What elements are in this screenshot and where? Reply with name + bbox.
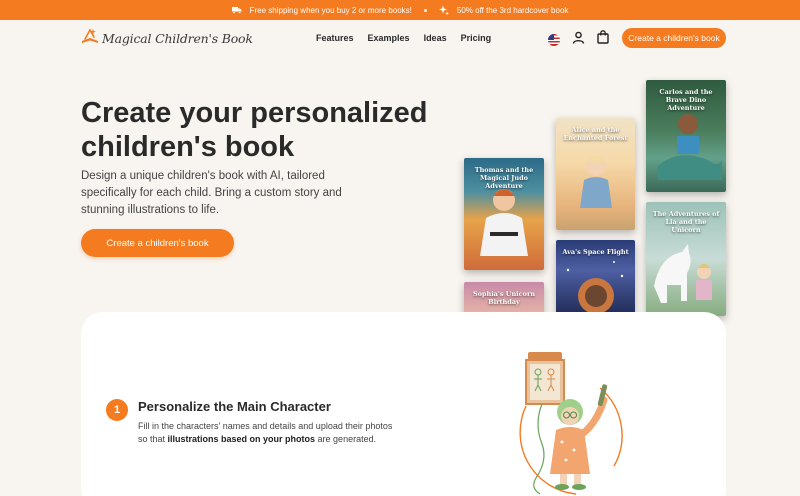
book-cover[interactable]: Ava's Space Flight [556, 240, 635, 316]
nav-ideas[interactable]: Ideas [424, 33, 447, 43]
dino-boy-illustration [658, 114, 722, 180]
cart-icon[interactable] [597, 30, 609, 49]
hero-title: Create your personalized children's book [81, 97, 428, 163]
book-cover[interactable]: Thomas and the Magical Judo Adventure [464, 158, 544, 270]
girl-illustration [580, 156, 612, 208]
site-header: Magical Children's Book Features Example… [0, 20, 800, 58]
logo[interactable]: Magical Children's Book [81, 28, 253, 49]
sparkle-icon [438, 5, 449, 15]
step-number-badge: 1 [106, 399, 128, 421]
hero-description: Design a unique children's book with AI,… [81, 170, 342, 216]
truck-icon [231, 5, 242, 15]
nav-features[interactable]: Features [316, 33, 354, 43]
shipping-text: Free shipping when you buy 2 or more boo… [249, 5, 412, 15]
main-nav: Features Examples Ideas Pricing [316, 33, 491, 43]
girl-drawing-illustration [519, 352, 623, 495]
space-illustration [566, 261, 624, 314]
nav-pricing[interactable]: Pricing [461, 33, 492, 43]
nav-examples[interactable]: Examples [368, 33, 410, 43]
user-icon[interactable] [572, 31, 585, 49]
step-description: Fill in the characters' names and detail… [138, 420, 403, 446]
header-icons [548, 30, 609, 49]
discount-text: 50% off the 3rd hardcover book [456, 5, 569, 15]
banner-separator [423, 8, 427, 12]
book-cover[interactable]: Alice and the Enchanted Forest [556, 118, 635, 230]
book-cover[interactable]: Carlos and the Brave Dino Adventure [646, 80, 726, 192]
us-flag-icon[interactable] [548, 33, 560, 46]
step-desc-end: are generated. [315, 434, 377, 444]
create-book-hero-button[interactable]: Create a children's book [81, 229, 234, 257]
logo-icon [81, 28, 99, 49]
step-desc-highlight: illustrations based on your photos [167, 434, 316, 444]
book-cover[interactable]: The Adventures of Lia and the Unicorn [646, 202, 726, 316]
promo-banner: Free shipping when you buy 2 or more boo… [0, 0, 800, 20]
create-book-header-button[interactable]: Create a children's book [622, 28, 726, 48]
book-cover[interactable]: Sophia's Unicorn Birthday [464, 282, 544, 316]
logo-text: Magical Children's Book [102, 31, 253, 46]
judo-boy-illustration [480, 189, 528, 256]
step-title: Personalize the Main Character [138, 399, 331, 414]
book-title: Sophia's Unicorn Birthday [472, 290, 536, 306]
unicorn-girl-illustration [654, 244, 712, 303]
